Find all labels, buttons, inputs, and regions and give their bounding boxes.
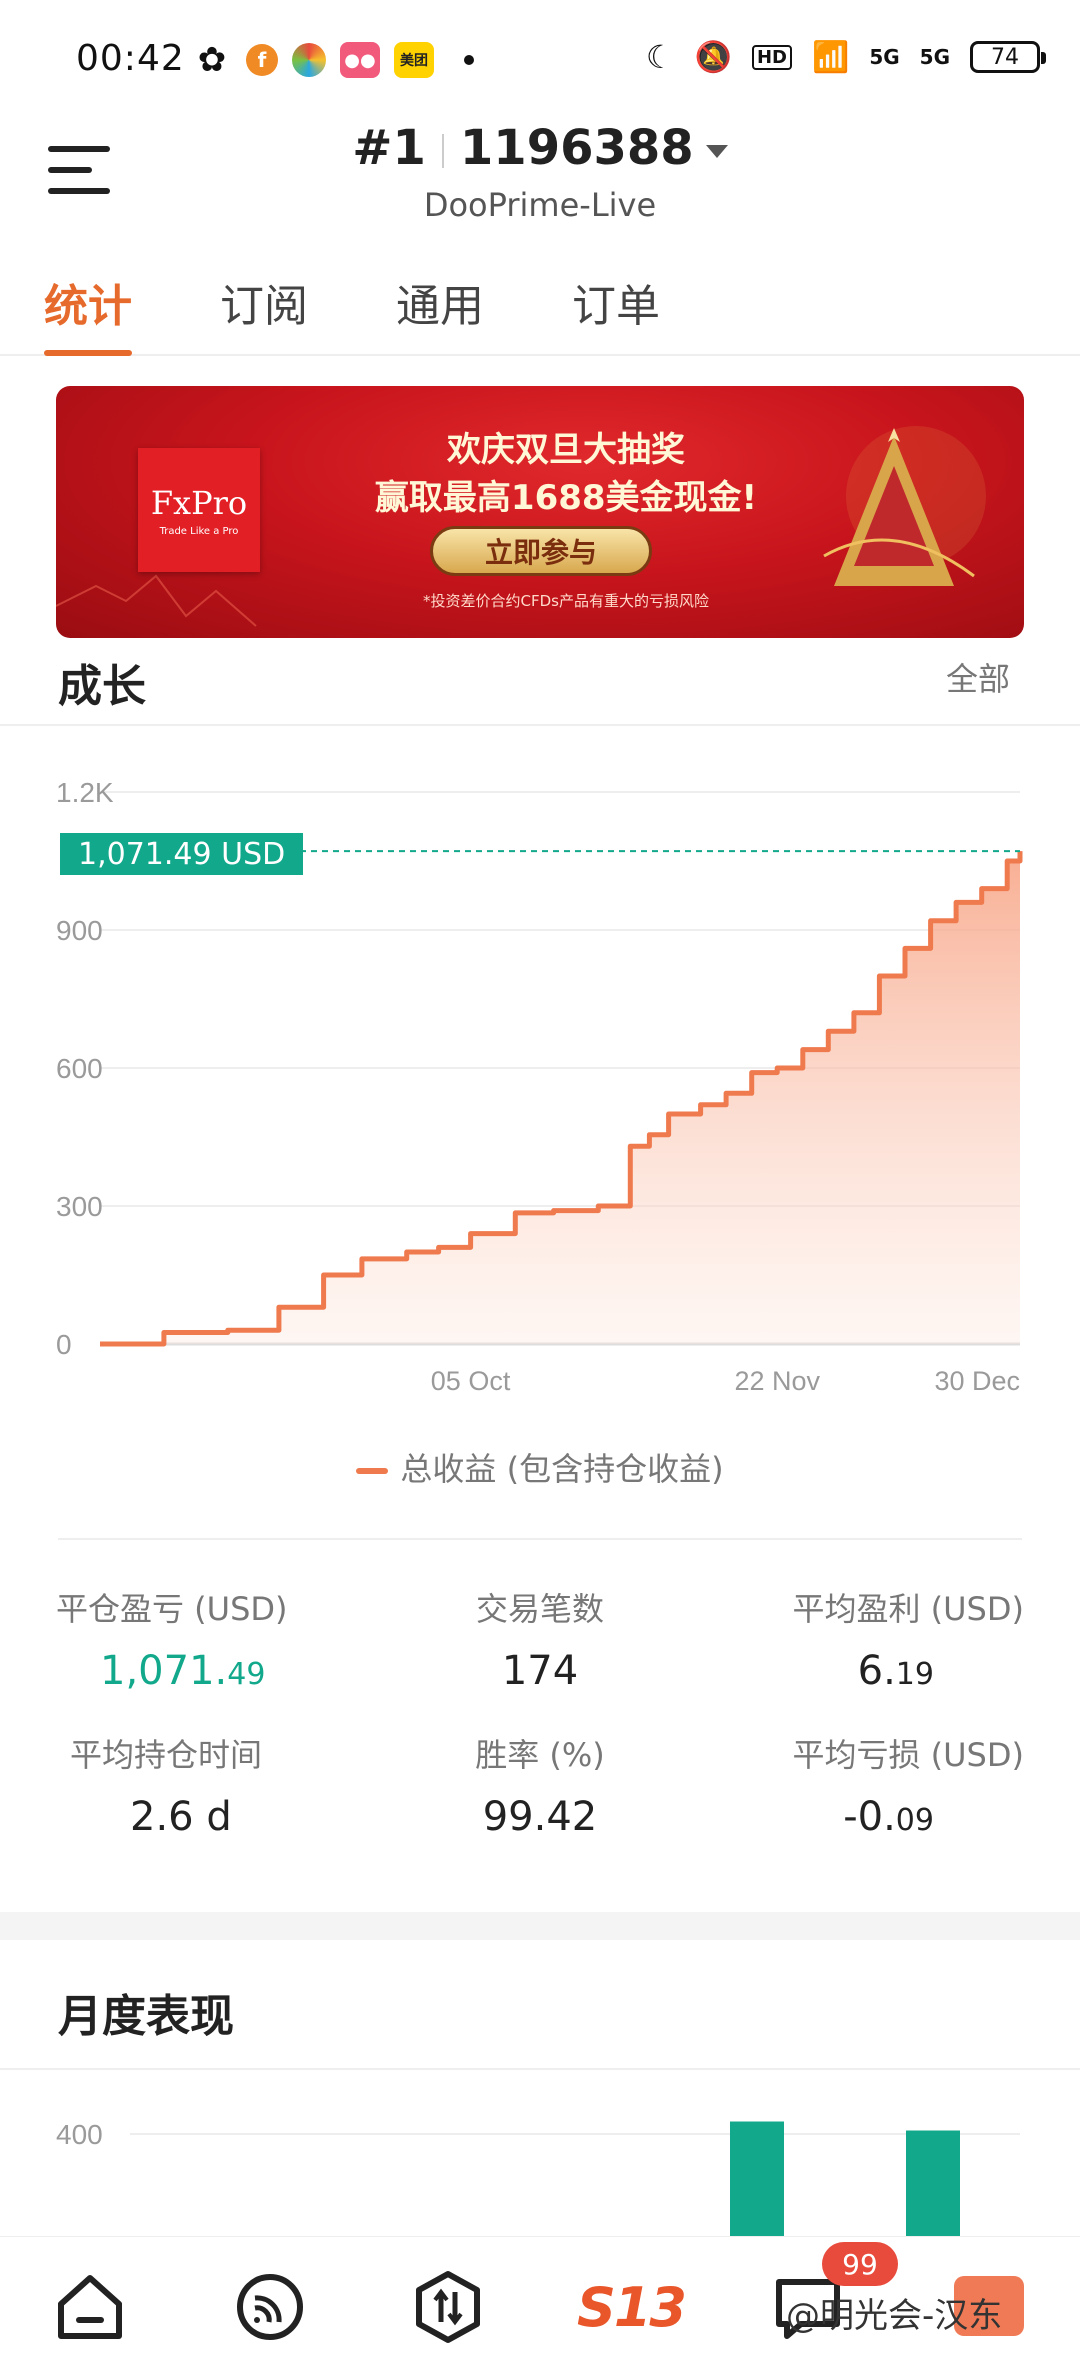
stat-value: -0.09 xyxy=(843,1794,934,1840)
growth-title: 成长 xyxy=(58,661,146,712)
tab-general[interactable]: 通用 xyxy=(396,260,484,356)
banner-headline-1: 欢庆双旦大抽奖 xyxy=(447,430,685,470)
series-area xyxy=(100,851,1020,1344)
trade-icon[interactable] xyxy=(408,2267,488,2347)
monthly-title: 月度表现 xyxy=(58,1991,234,2042)
battery-level: 74 xyxy=(991,44,1019,70)
stat-value: 174 xyxy=(501,1648,579,1694)
christmas-tree-icon xyxy=(823,428,975,586)
banner-risk-note: *投资差价合约CFDs产品有重大的亏损风险 xyxy=(423,592,709,610)
tab-subscribe[interactable]: 订阅 xyxy=(220,260,308,356)
stat-label: 平均持仓时间 xyxy=(70,1736,263,1774)
meituan-icon: 美团 xyxy=(394,42,434,78)
caret-down-icon xyxy=(705,144,728,158)
signal-5g-2: 5G xyxy=(919,45,950,69)
status-app-icons: ✿ f ●● 美团 xyxy=(192,40,474,80)
tab-statistics[interactable]: 统计 xyxy=(44,260,132,356)
fxpro-logo: FxPro Trade Like a Pro xyxy=(138,448,260,572)
app-f-icon: f xyxy=(246,44,278,76)
divider xyxy=(58,1538,1022,1540)
status-bar: 00:42 ✿ f ●● 美团 ☾ 🔕 HD 📶 5G 5G 74 xyxy=(0,0,1080,120)
divider xyxy=(0,2068,1080,2070)
app-pinwheel-icon xyxy=(292,43,326,77)
stat-label: 平仓盈亏 (USD) xyxy=(56,1590,288,1628)
account-number: 1196388 xyxy=(459,120,694,176)
account-selector[interactable]: #1 1196388 xyxy=(0,120,1080,176)
banner-headline-2: 赢取最高1688美金现金! xyxy=(374,478,758,518)
growth-filter[interactable]: 全部 xyxy=(946,660,1010,700)
y-tick-label: 1.2K xyxy=(56,777,114,808)
monthly-bar xyxy=(730,2121,784,2236)
signal-icon[interactable] xyxy=(230,2267,310,2347)
stat-avg-hold-time: 平均持仓时间 2.6 d xyxy=(56,1730,379,1840)
hd-icon: HD xyxy=(751,44,792,70)
watermark: @明光会-汉东 xyxy=(786,2296,1003,2336)
growth-section-header: 成长 全部 xyxy=(0,660,1080,726)
app-header: #1 1196388 DooPrime-Live xyxy=(0,120,1080,250)
x-tick-label: 22 Nov xyxy=(734,1366,820,1396)
stat-label: 平均盈利 (USD) xyxy=(792,1590,1024,1628)
status-time: 00:42 xyxy=(76,38,185,79)
monthly-chart: 400 xyxy=(0,2100,1080,2236)
chart-legend: 总收益 (包含持仓收益) xyxy=(0,1444,1080,1490)
battery-icon: 74 xyxy=(970,41,1046,73)
legend-label: 总收益 (包含持仓收益) xyxy=(400,1450,724,1488)
stat-value: 2.6 d xyxy=(130,1794,232,1840)
stat-trade-count: 交易笔数 174 xyxy=(379,1584,702,1694)
wechat-icon: ✿ xyxy=(197,40,227,80)
signal-5g-1: 5G xyxy=(869,45,900,69)
monthly-chart-svg: 400 xyxy=(56,2119,1020,2236)
status-system-icons: ☾ 🔕 HD 📶 5G 5G 74 xyxy=(645,38,1046,76)
stat-label: 胜率 (%) xyxy=(475,1736,605,1774)
y-tick-label: 900 xyxy=(56,915,103,946)
x-tick-label: 05 Oct xyxy=(431,1366,511,1396)
stat-win-rate: 胜率 (%) 99.42 xyxy=(379,1730,702,1840)
promo-banner[interactable]: FxPro Trade Like a Pro 欢庆双旦大抽奖 赢取最高1688美… xyxy=(56,386,1024,638)
wifi-icon: 📶 xyxy=(811,39,850,75)
stat-avg-profit: 平均盈利 (USD) 6.19 xyxy=(701,1584,1024,1694)
stat-closed-pnl: 平仓盈亏 (USD) 1,071.49 xyxy=(56,1584,379,1694)
s13-logo[interactable]: S13 xyxy=(576,2267,687,2347)
fxpro-tagline: Trade Like a Pro xyxy=(159,525,239,537)
stat-label: 平均亏损 (USD) xyxy=(792,1736,1024,1774)
home-icon[interactable] xyxy=(50,2267,130,2347)
notification-dot xyxy=(464,55,474,65)
stat-value: 6.19 xyxy=(857,1648,934,1694)
stat-avg-loss: 平均亏损 (USD) -0.09 xyxy=(701,1730,1024,1840)
mute-icon: 🔕 xyxy=(694,39,732,75)
join-now-button[interactable]: 立即参与 xyxy=(430,526,652,576)
current-value-badge: 1,071.49 USD xyxy=(60,833,304,875)
stat-label: 交易笔数 xyxy=(475,1590,604,1628)
unread-badge: 99 xyxy=(822,2242,898,2286)
moon-icon: ☾ xyxy=(645,38,675,76)
app-pink-icon: ●● xyxy=(340,42,380,78)
stats-grid: 平仓盈亏 (USD) 1,071.49 交易笔数 174 平均盈利 (USD) … xyxy=(56,1584,1024,1840)
stat-value: 99.42 xyxy=(482,1794,598,1840)
y-tick-label: 400 xyxy=(56,2119,103,2150)
y-tick-label: 0 xyxy=(56,1329,72,1360)
y-tick-label: 300 xyxy=(56,1191,103,1222)
tab-bar: 统计 订阅 通用 订单 xyxy=(0,260,1080,356)
stat-value: 1,071.49 xyxy=(100,1648,266,1694)
tab-orders[interactable]: 订单 xyxy=(572,260,660,356)
y-tick-label: 600 xyxy=(56,1053,103,1084)
section-separator xyxy=(0,1912,1080,1940)
broker-name: DooPrime-Live xyxy=(423,186,657,224)
monthly-bar xyxy=(906,2130,960,2236)
growth-chart: 1.2K 900 600 300 0 05 Oct 22 Nov 30 Dec 1,071.4… xyxy=(0,730,1080,1490)
x-tick-label: 30 Dec xyxy=(934,1366,1020,1396)
fxpro-brand: FxPro xyxy=(150,483,248,522)
account-prefix: #1 xyxy=(352,120,426,176)
legend-swatch xyxy=(356,1468,389,1474)
